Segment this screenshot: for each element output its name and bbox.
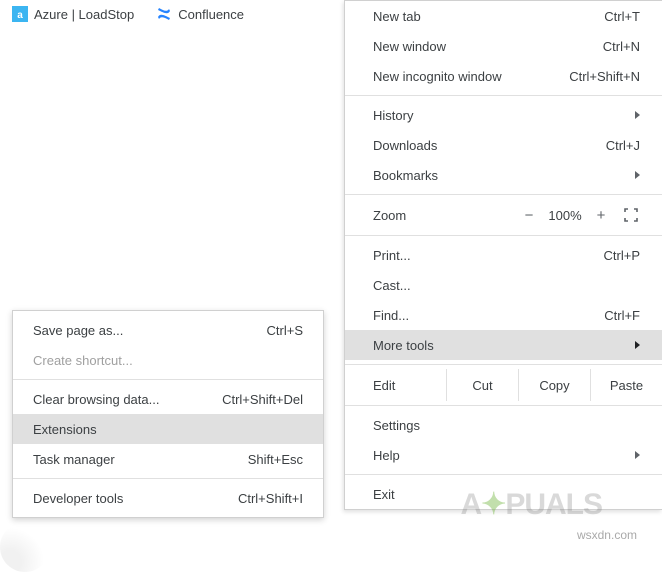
- fullscreen-icon[interactable]: [616, 201, 646, 229]
- menu-new-tab[interactable]: New tab Ctrl+T: [345, 1, 662, 31]
- menu-exit[interactable]: Exit: [345, 479, 662, 509]
- svg-text:a: a: [17, 10, 23, 21]
- zoom-out-button[interactable]: −: [514, 201, 544, 229]
- more-tools-submenu: Save page as... Ctrl+S Create shortcut..…: [12, 310, 324, 518]
- submenu-save-page-as[interactable]: Save page as... Ctrl+S: [13, 315, 323, 345]
- chevron-right-icon: [635, 111, 640, 119]
- edit-copy-button[interactable]: Copy: [518, 369, 590, 401]
- menu-print[interactable]: Print... Ctrl+P: [345, 240, 662, 270]
- menu-separator: [13, 478, 323, 479]
- bookmarks-bar: a Azure | LoadStop Confluence: [0, 0, 244, 28]
- zoom-level: 100%: [544, 208, 586, 223]
- zoom-label: Zoom: [373, 208, 514, 223]
- bookmark-azure-loadstop[interactable]: a Azure | LoadStop: [12, 6, 134, 22]
- submenu-developer-tools[interactable]: Developer tools Ctrl+Shift+I: [13, 483, 323, 513]
- submenu-task-manager[interactable]: Task manager Shift+Esc: [13, 444, 323, 474]
- menu-find[interactable]: Find... Ctrl+F: [345, 300, 662, 330]
- decorative-gradient: [0, 522, 50, 572]
- menu-cast[interactable]: Cast...: [345, 270, 662, 300]
- menu-separator: [345, 364, 662, 365]
- confluence-icon: [156, 6, 172, 22]
- chevron-right-icon: [635, 171, 640, 179]
- menu-separator: [345, 95, 662, 96]
- edit-cut-button[interactable]: Cut: [446, 369, 518, 401]
- menu-separator: [345, 194, 662, 195]
- azure-icon: a: [12, 6, 28, 22]
- menu-history[interactable]: History: [345, 100, 662, 130]
- bookmark-confluence[interactable]: Confluence: [156, 6, 244, 22]
- menu-settings[interactable]: Settings: [345, 410, 662, 440]
- menu-separator: [345, 235, 662, 236]
- bookmark-label: Azure | LoadStop: [34, 7, 134, 22]
- submenu-clear-browsing-data[interactable]: Clear browsing data... Ctrl+Shift+Del: [13, 384, 323, 414]
- edit-label: Edit: [373, 369, 446, 401]
- menu-help[interactable]: Help: [345, 440, 662, 470]
- menu-downloads[interactable]: Downloads Ctrl+J: [345, 130, 662, 160]
- menu-more-tools[interactable]: More tools: [345, 330, 662, 360]
- submenu-extensions[interactable]: Extensions: [13, 414, 323, 444]
- menu-new-window[interactable]: New window Ctrl+N: [345, 31, 662, 61]
- zoom-in-button[interactable]: +: [586, 201, 616, 229]
- zoom-controls: − 100% +: [514, 201, 646, 229]
- chevron-right-icon: [635, 341, 640, 349]
- chrome-main-menu: New tab Ctrl+T New window Ctrl+N New inc…: [344, 0, 662, 510]
- menu-separator: [13, 379, 323, 380]
- menu-bookmarks[interactable]: Bookmarks: [345, 160, 662, 190]
- menu-separator: [345, 405, 662, 406]
- menu-new-incognito[interactable]: New incognito window Ctrl+Shift+N: [345, 61, 662, 91]
- chevron-right-icon: [635, 451, 640, 459]
- bookmark-label: Confluence: [178, 7, 244, 22]
- submenu-create-shortcut: Create shortcut...: [13, 345, 323, 375]
- menu-zoom-row: Zoom − 100% +: [345, 199, 662, 231]
- menu-edit-row: Edit Cut Copy Paste: [345, 369, 662, 401]
- watermark-domain: wsxdn.com: [577, 528, 637, 542]
- menu-separator: [345, 474, 662, 475]
- edit-paste-button[interactable]: Paste: [590, 369, 662, 401]
